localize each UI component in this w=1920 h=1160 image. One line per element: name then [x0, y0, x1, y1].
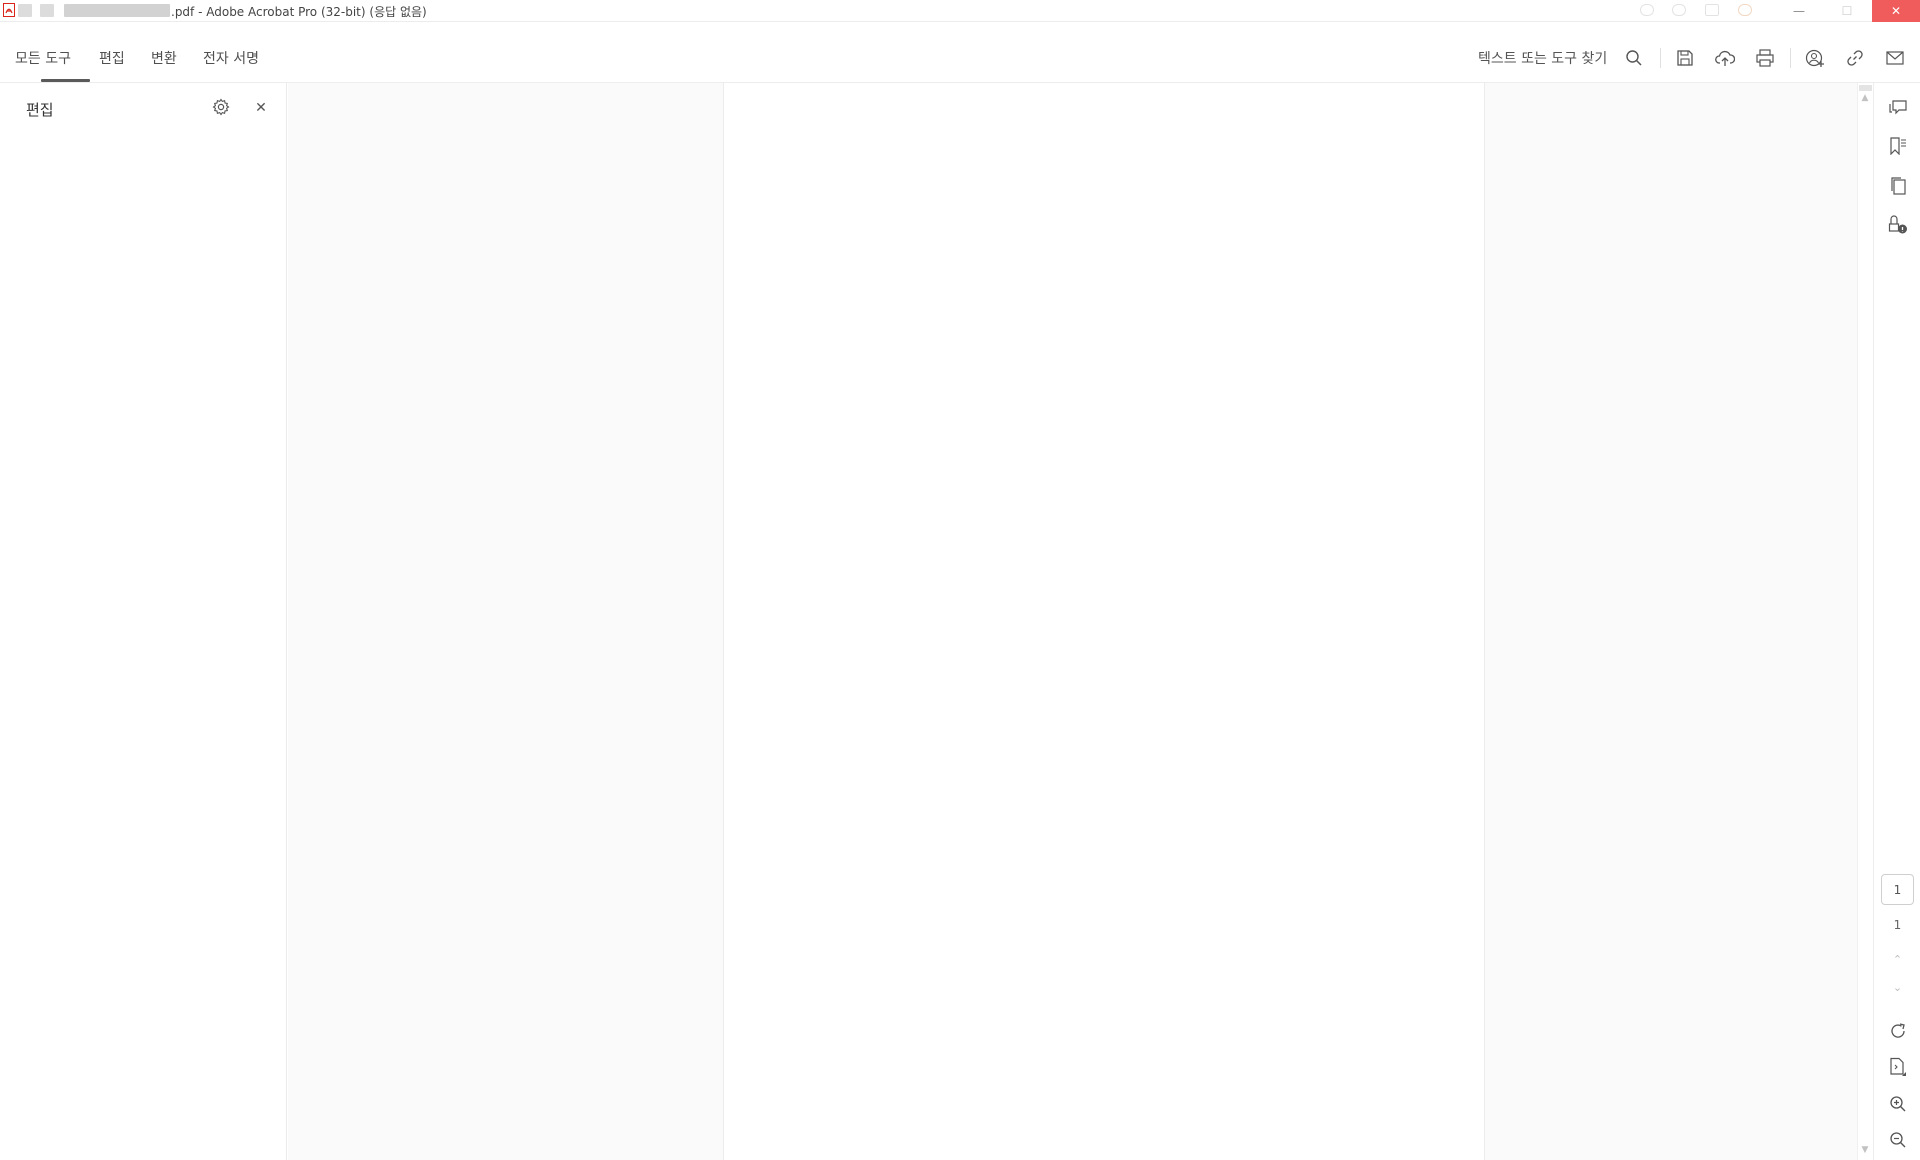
tab-convert[interactable]: 변환 [151, 48, 177, 68]
right-tool-rail: 1 1 ⌃ ⌄ [1873, 83, 1920, 1160]
next-page-button[interactable]: ⌄ [1874, 981, 1920, 994]
pdf-page[interactable] [723, 83, 1485, 1160]
save-icon[interactable] [1674, 47, 1696, 69]
toolbar-divider [1660, 48, 1661, 68]
tab-all-tools[interactable]: 모든 도구 [15, 48, 71, 68]
faint-icon [1672, 4, 1686, 16]
scroll-down-arrow[interactable]: ▼ [1858, 1145, 1872, 1155]
zoom-out-icon[interactable] [1887, 1129, 1909, 1151]
acrobat-logo-icon [3, 3, 15, 17]
search-tools-label[interactable]: 텍스트 또는 도구 찾기 [1478, 48, 1607, 68]
panel-title: 편집 [26, 101, 54, 119]
share-user-icon[interactable] [1804, 47, 1826, 69]
tab-edit[interactable]: 편집 [99, 48, 125, 68]
gear-icon[interactable] [212, 98, 232, 118]
window-title: .pdf - Adobe Acrobat Pro (32-bit) (응답 없음… [171, 5, 427, 19]
blurred-filename [64, 4, 170, 17]
faint-icon [1738, 4, 1752, 16]
current-page-input[interactable]: 1 [1881, 874, 1914, 905]
link-icon[interactable] [1844, 47, 1866, 69]
upload-icon[interactable] [1714, 47, 1736, 69]
scroll-up-arrow[interactable]: ▲ [1858, 93, 1872, 103]
main-toolbar: 모든 도구 편집 변환 전자 서명 텍스트 또는 도구 찾기 [0, 22, 1920, 83]
faint-icon [1705, 4, 1719, 16]
total-pages: 1 [1893, 918, 1902, 932]
tab-e-sign[interactable]: 전자 서명 [203, 48, 259, 68]
pages-icon[interactable] [1887, 175, 1909, 197]
edit-tool-panel: 편집 ✕ [0, 83, 287, 1160]
title-bar: .pdf - Adobe Acrobat Pro (32-bit) (응답 없음… [0, 0, 1920, 22]
mail-icon[interactable] [1884, 47, 1906, 69]
blurred-region [18, 4, 32, 17]
print-icon[interactable] [1754, 47, 1776, 69]
rotate-icon[interactable] [1887, 1020, 1909, 1042]
close-window-button[interactable]: ✕ [1872, 0, 1920, 22]
minimize-button[interactable]: — [1776, 0, 1822, 22]
document-viewport[interactable] [288, 83, 1857, 1160]
search-icon[interactable] [1623, 47, 1645, 69]
active-tab-indicator [41, 79, 90, 82]
faint-icon [1640, 4, 1654, 16]
blurred-region [40, 4, 54, 17]
toolbar-divider [1790, 48, 1791, 68]
scrollbar-thumb[interactable] [1859, 85, 1872, 91]
previous-page-button[interactable]: ⌃ [1874, 953, 1920, 966]
bookmark-icon[interactable] [1887, 135, 1909, 157]
maximize-button[interactable]: ☐ [1824, 0, 1870, 22]
comment-icon[interactable] [1887, 96, 1909, 118]
close-panel-button[interactable]: ✕ [252, 98, 270, 118]
attachment-lock-icon[interactable] [1887, 214, 1909, 236]
zoom-in-icon[interactable] [1887, 1093, 1909, 1115]
page-info-icon[interactable] [1887, 1056, 1909, 1078]
vertical-scrollbar[interactable]: ▲ ▼ [1857, 83, 1873, 1160]
